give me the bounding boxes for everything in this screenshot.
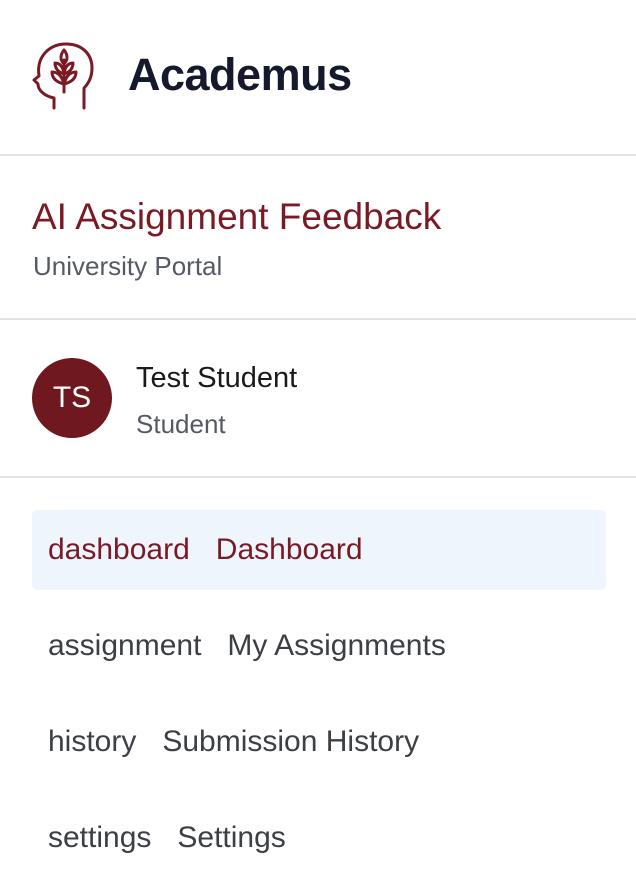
settings-icon: settings bbox=[48, 821, 152, 854]
sidebar-item-dashboard[interactable]: dashboard Dashboard bbox=[32, 510, 606, 590]
sidebar-item-label: Settings bbox=[177, 821, 286, 854]
sidebar-item-label: Submission History bbox=[162, 725, 420, 758]
sidebar-item-my-assignments[interactable]: assignment My Assignments bbox=[32, 606, 606, 686]
sidebar-item-settings[interactable]: settings Settings bbox=[32, 798, 606, 878]
user-role: Student bbox=[136, 409, 226, 439]
history-icon: history bbox=[48, 725, 137, 758]
portal-header: AI Assignment Feedback University Portal bbox=[0, 156, 636, 320]
head-with-plant-icon bbox=[32, 42, 94, 110]
user-profile: TS Test Student Student bbox=[0, 320, 636, 478]
brand-header: Academus bbox=[0, 0, 636, 156]
dashboard-icon: dashboard bbox=[48, 533, 190, 566]
sidebar-item-submission-history[interactable]: history Submission History bbox=[32, 702, 606, 782]
brand-name: Academus bbox=[128, 49, 352, 100]
sidebar-item-label: Dashboard bbox=[215, 533, 363, 566]
portal-title: AI Assignment Feedback bbox=[32, 196, 442, 237]
user-name: Test Student bbox=[136, 362, 298, 394]
sidebar-nav: dashboard Dashboard assignment My Assignme… bbox=[0, 478, 636, 882]
sidebar: Academus AI Assignment Feedback Universi… bbox=[0, 0, 636, 882]
portal-subtitle: University Portal bbox=[33, 251, 223, 281]
assignment-icon: assignment bbox=[48, 629, 202, 662]
sidebar-item-label: My Assignments bbox=[227, 629, 446, 662]
avatar[interactable]: TS bbox=[32, 358, 112, 438]
